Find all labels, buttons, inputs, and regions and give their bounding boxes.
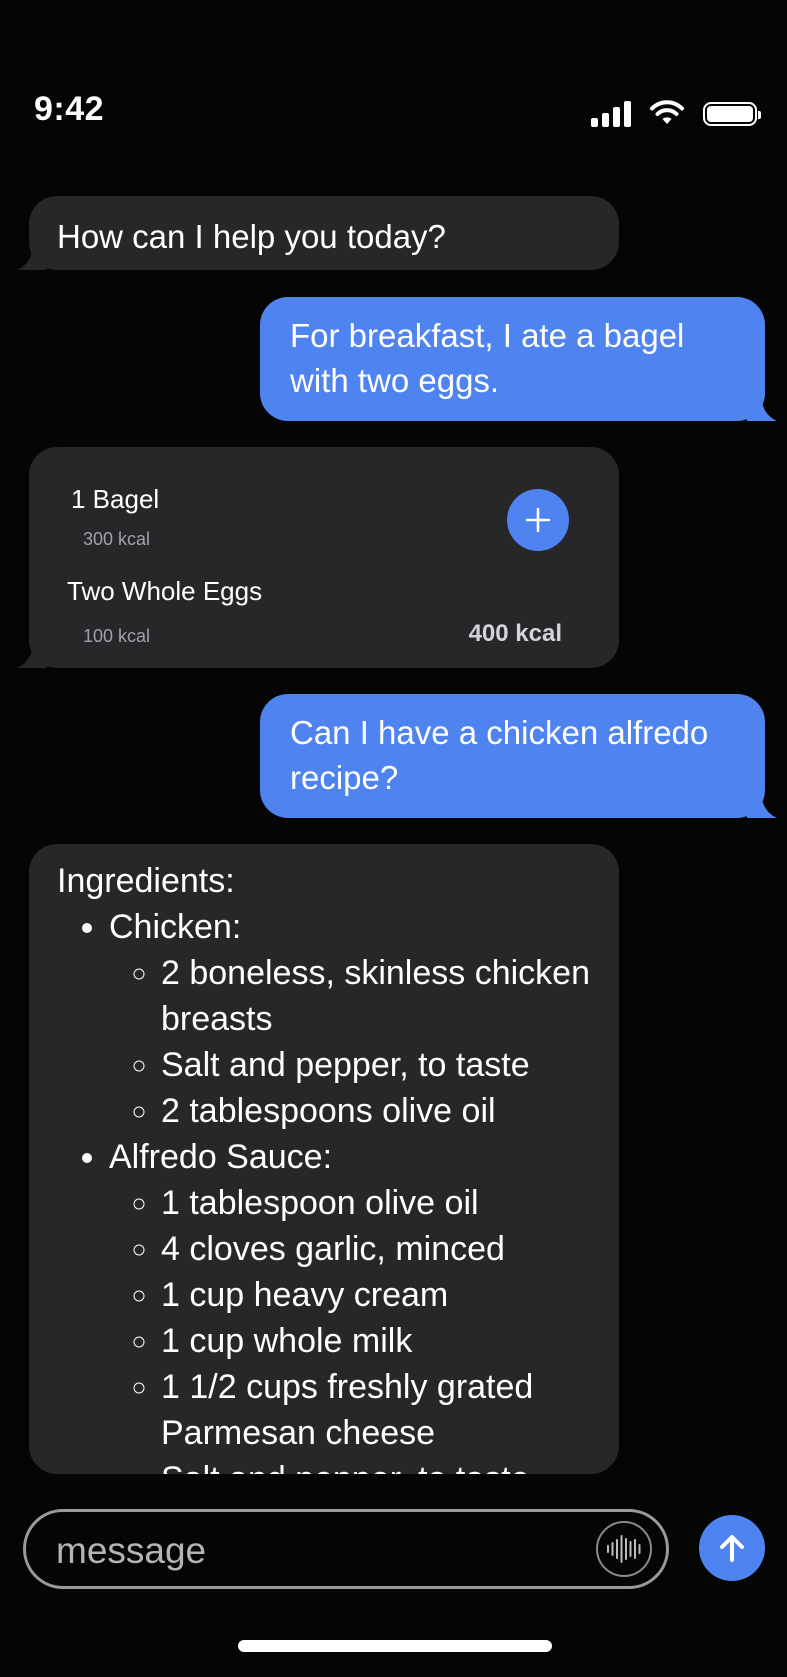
ingredient-section: Chicken: 2 boneless, skinless chicken br… bbox=[109, 904, 591, 1134]
arrow-up-icon bbox=[720, 1535, 744, 1562]
cellular-signal-icon bbox=[591, 100, 631, 127]
ingredient-item: 1 tablespoon olive oil bbox=[161, 1180, 591, 1226]
message-text: Can I have a chicken alfredo recipe? bbox=[290, 714, 709, 796]
ingredient-section: Alfredo Sauce: 1 tablespoon olive oil 4 … bbox=[109, 1134, 591, 1474]
total-kcal: 400 kcal bbox=[468, 620, 562, 647]
status-icons bbox=[591, 100, 761, 127]
message-text: For breakfast, I ate a bagel with two eg… bbox=[290, 317, 685, 399]
ingredient-item: 1 cup heavy cream bbox=[161, 1272, 591, 1318]
voice-input-button[interactable] bbox=[596, 1521, 652, 1577]
recipe-title: Ingredients: bbox=[57, 862, 235, 900]
ingredient-item: 4 cloves garlic, minced bbox=[161, 1226, 591, 1272]
food-item-kcal: 300 kcal bbox=[83, 529, 151, 549]
assistant-message: How can I help you today? bbox=[17, 196, 619, 270]
food-item-name: Two Whole Eggs bbox=[67, 576, 263, 606]
sound-wave-icon bbox=[607, 1535, 641, 1563]
ingredient-sections: Chicken: 2 boneless, skinless chicken br… bbox=[57, 904, 591, 1474]
message-text: How can I help you today? bbox=[57, 218, 446, 255]
ingredient-item: Salt and pepper, to taste bbox=[161, 1456, 591, 1474]
plus-icon bbox=[525, 507, 551, 533]
food-item-kcal: 100 kcal bbox=[83, 626, 151, 646]
bubble-tail bbox=[17, 644, 47, 668]
ingredient-item: 1 1/2 cups freshly grated Parmesan chees… bbox=[161, 1364, 591, 1456]
section-name: Alfredo Sauce: bbox=[109, 1138, 333, 1176]
home-indicator bbox=[238, 1640, 552, 1652]
status-time: 9:42 bbox=[34, 90, 105, 128]
ingredient-item: 1 cup whole milk bbox=[161, 1318, 591, 1364]
user-message: For breakfast, I ate a bagel with two eg… bbox=[260, 297, 777, 421]
send-button[interactable] bbox=[699, 1515, 765, 1581]
bubble-tail bbox=[747, 794, 777, 818]
message-composer bbox=[23, 1509, 669, 1589]
message-input[interactable] bbox=[54, 1522, 558, 1580]
ingredient-item: 2 boneless, skinless chicken breasts bbox=[161, 950, 591, 1042]
food-item-name: 1 Bagel bbox=[71, 484, 160, 514]
battery-icon bbox=[703, 101, 761, 126]
recipe-message: Ingredients: Chicken: 2 boneless, skinle… bbox=[29, 844, 619, 1474]
user-message: Can I have a chicken alfredo recipe? bbox=[260, 694, 777, 818]
wifi-icon bbox=[650, 100, 684, 124]
ingredient-item: Salt and pepper, to taste bbox=[161, 1042, 591, 1088]
section-name: Chicken: bbox=[109, 908, 242, 946]
add-food-button[interactable] bbox=[507, 489, 569, 551]
ingredient-item: 2 tablespoons olive oil bbox=[161, 1088, 591, 1134]
nutrition-card: 1 Bagel 300 kcal Two Whole Eggs 100 kcal… bbox=[17, 447, 619, 668]
bubble-tail bbox=[17, 246, 47, 270]
bubble-tail bbox=[747, 397, 777, 421]
